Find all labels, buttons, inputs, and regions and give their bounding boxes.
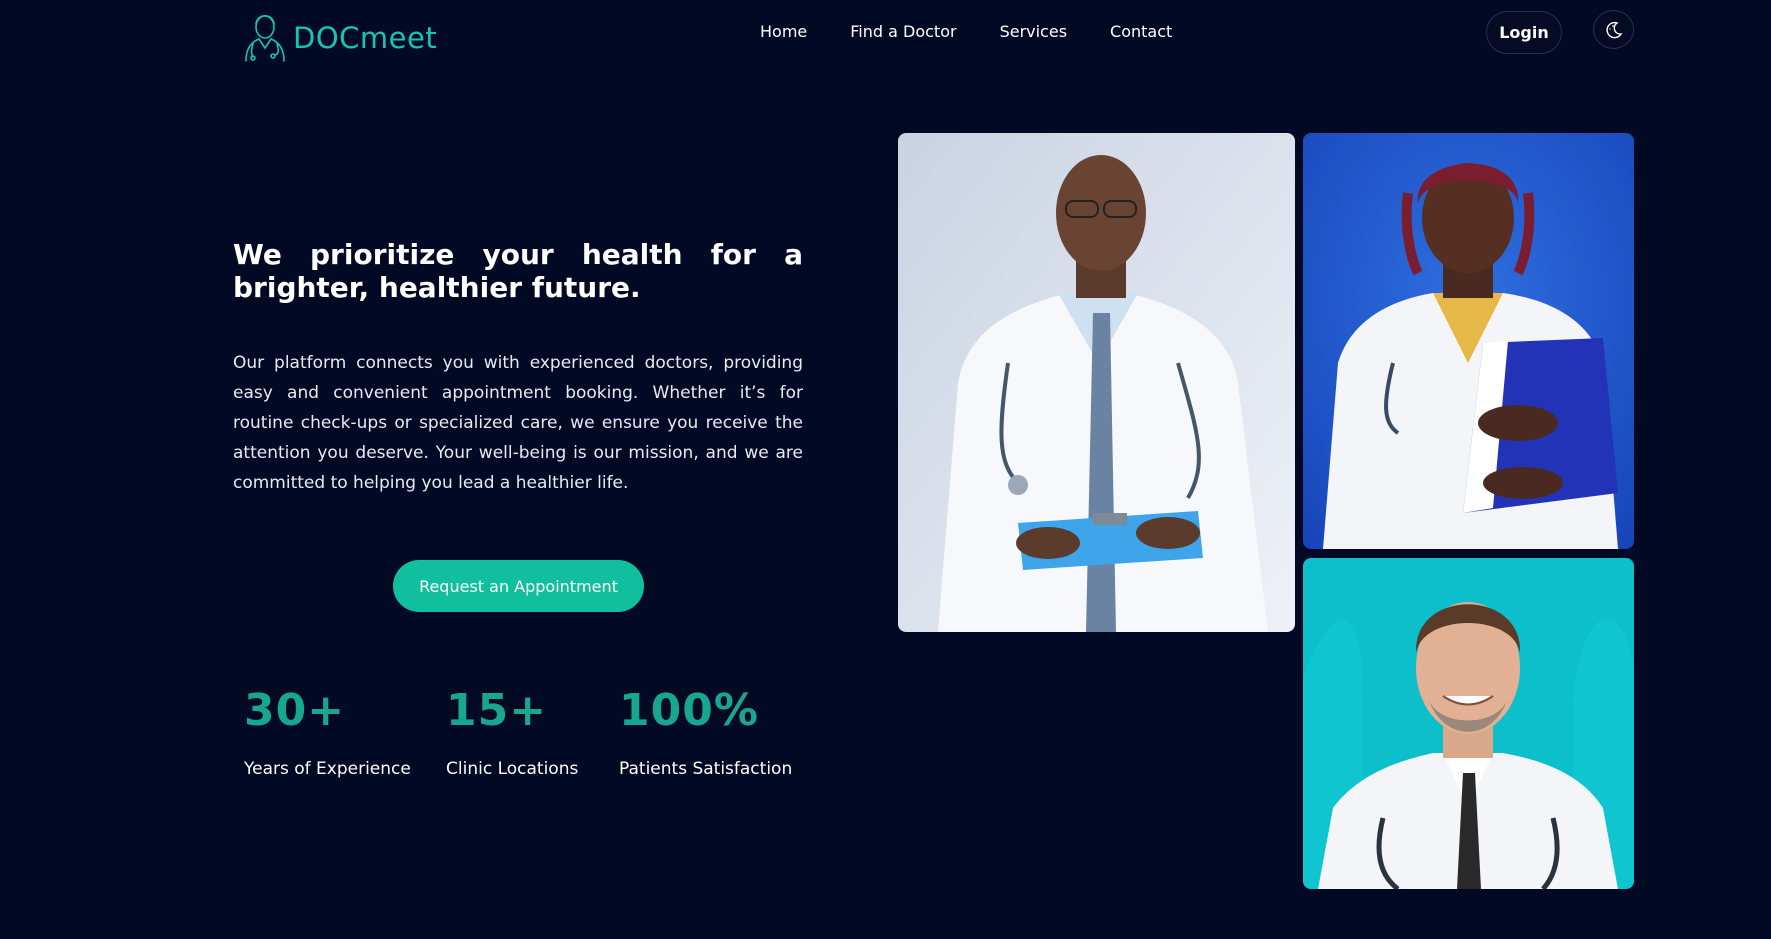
- doctor-photo-male-clipboard: [898, 133, 1295, 632]
- request-appointment-button[interactable]: Request an Appointment: [393, 560, 644, 612]
- stat-patients-satisfaction: 100% Patients Satisfaction: [619, 685, 792, 779]
- moon-icon: [1605, 21, 1622, 38]
- stat-label: Years of Experience: [244, 759, 411, 779]
- stat-value: 100%: [619, 685, 759, 736]
- nav-link-contact[interactable]: Contact: [1110, 22, 1172, 41]
- login-button[interactable]: Login: [1486, 11, 1562, 54]
- page: DOCmeet Home Find a Doctor Services Cont…: [0, 0, 1771, 939]
- stat-label: Patients Satisfaction: [619, 759, 793, 779]
- doctor-photo-male-smiling: [1303, 558, 1634, 889]
- hero-description: Our platform connects you with experienc…: [233, 353, 803, 493]
- brand-name: DOCmeet: [293, 21, 438, 55]
- nav-link-services[interactable]: Services: [1000, 22, 1067, 41]
- hero-headline: We prioritize your health for a brighter…: [233, 238, 803, 304]
- stat-label: Clinic Locations: [446, 759, 579, 779]
- doctor-photo-female-binder: [1303, 133, 1634, 549]
- stat-value: 30+: [244, 685, 346, 736]
- nav-link-find-a-doctor[interactable]: Find a Doctor: [850, 22, 956, 41]
- main-nav: Home Find a Doctor Services Contact: [760, 22, 1172, 41]
- stat-clinic-locations: 15+ Clinic Locations: [446, 685, 578, 779]
- nav-link-home[interactable]: Home: [760, 22, 807, 41]
- brand-logo[interactable]: DOCmeet: [239, 8, 437, 62]
- stat-years-experience: 30+ Years of Experience: [244, 685, 411, 779]
- theme-toggle-button[interactable]: [1593, 10, 1634, 49]
- stat-value: 15+: [446, 685, 548, 736]
- doctor-avatar-icon: [245, 14, 285, 62]
